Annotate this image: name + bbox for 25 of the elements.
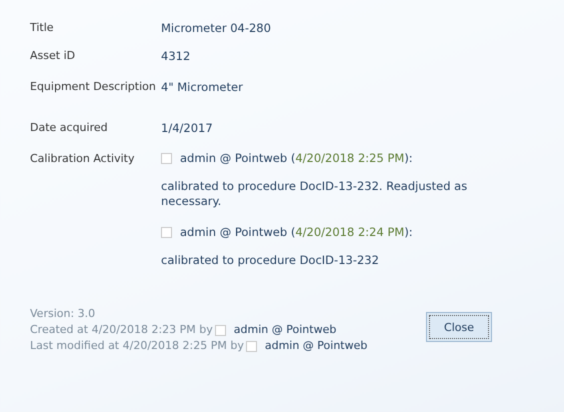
user-name: admin @ Pointweb xyxy=(180,151,288,165)
field-value: Micrometer 04-280 xyxy=(161,20,272,36)
user-name: admin @ Pointweb xyxy=(180,225,288,239)
close-button[interactable]: Close xyxy=(426,312,492,342)
activity-text: calibrated to procedure DocID-13-232 xyxy=(161,253,380,268)
field-value: 1/4/2017 xyxy=(161,120,214,136)
user-name: admin @ Pointweb xyxy=(234,322,336,338)
field-label: Equipment Description xyxy=(30,79,157,94)
field-label: Date acquired xyxy=(30,120,109,135)
field-label: Title xyxy=(30,20,55,35)
square-icon xyxy=(161,152,172,164)
timestamp: (4/20/2018 2:25 PM): xyxy=(290,151,413,165)
square-icon xyxy=(246,340,257,352)
square-icon xyxy=(161,226,172,238)
timestamp: (4/20/2018 2:24 PM): xyxy=(290,225,413,239)
meta-text: Created at 4/20/2018 2:23 PM by xyxy=(30,322,213,338)
field-label: Asset iD xyxy=(30,48,76,63)
user-name: admin @ Pointweb xyxy=(264,338,368,354)
field-value: 4312 xyxy=(161,48,192,64)
meta-text: Last modified at 4/20/2018 2:25 PM by xyxy=(30,338,244,354)
field-value: 4" Micrometer xyxy=(161,79,244,95)
activity-text: calibrated to procedure DocID-13-232. Readjusted as necessary. xyxy=(161,179,468,209)
square-icon xyxy=(214,324,226,336)
field-label: Calibration Activity xyxy=(30,151,136,166)
version-text: Version: 3.0 xyxy=(30,306,96,322)
